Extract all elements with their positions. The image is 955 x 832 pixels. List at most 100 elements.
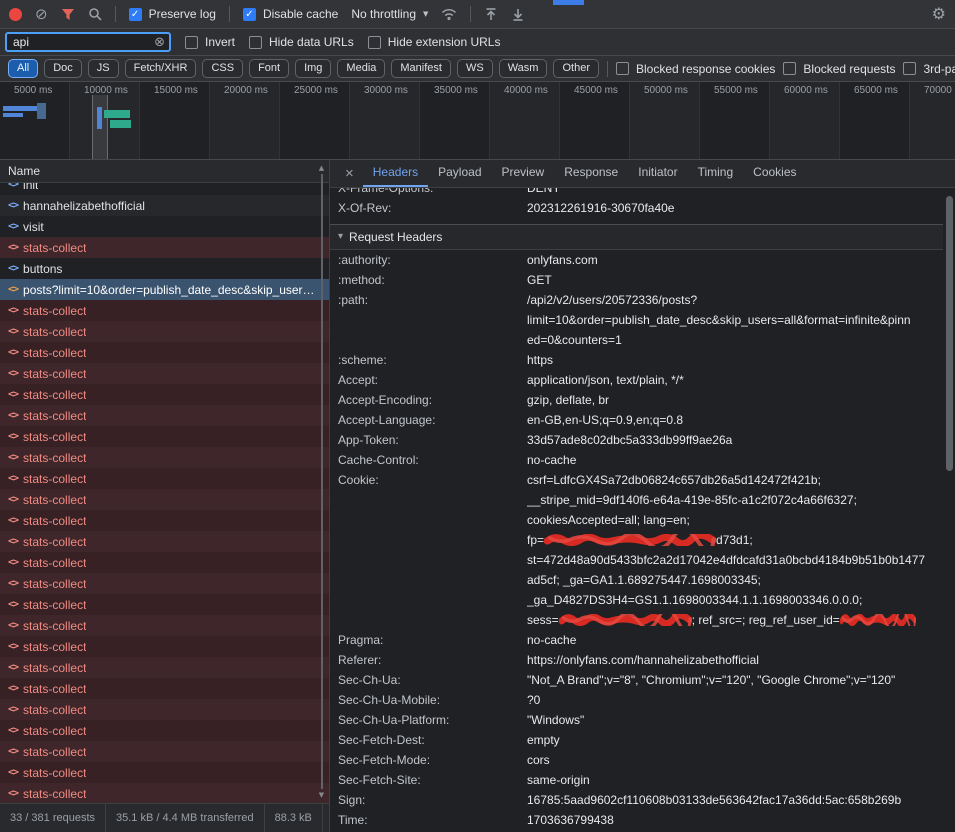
type-filter-pill[interactable]: WS [457, 59, 493, 78]
hide-extension-urls-checkbox[interactable]: Hide extension URLs [368, 35, 501, 49]
request-row[interactable]: <> stats-collect [0, 363, 329, 384]
detail-tab[interactable]: Cookies [743, 160, 806, 187]
scrollbar-thumb[interactable] [321, 174, 323, 789]
export-har-icon[interactable] [511, 7, 525, 22]
cookie-line: _ga_D4827DS3H4=GS1.1.1698003344.1.1.1698… [527, 590, 943, 610]
filter-input[interactable]: api ⊗ [5, 32, 171, 52]
request-row[interactable]: <> stats-collect [0, 699, 329, 720]
checkbox-unchecked[interactable] [616, 62, 629, 75]
detail-tab[interactable]: Preview [492, 160, 555, 187]
request-name: posts?limit=10&order=publish_date_desc&s… [23, 283, 315, 297]
filter-icon[interactable] [61, 8, 75, 21]
network-toolbar: ⊘ ✓ Preserve log ✓ Disable cache No thro… [0, 0, 955, 29]
request-row[interactable]: <> stats-collect [0, 405, 329, 426]
request-type-icon: <> [8, 263, 18, 274]
record-button[interactable] [9, 8, 22, 21]
checkbox-checked-icon[interactable]: ✓ [243, 8, 256, 21]
preserve-log-label: Preserve log [149, 7, 216, 21]
request-row[interactable]: <> stats-collect [0, 678, 329, 699]
type-filter-pill[interactable]: Font [249, 59, 289, 78]
request-row[interactable]: <> stats-collect [0, 741, 329, 762]
request-row[interactable]: <> stats-collect [0, 720, 329, 741]
invert-checkbox[interactable]: Invert [185, 35, 235, 49]
request-list-scrollbar[interactable]: ▲ ▼ [316, 164, 327, 799]
network-conditions-icon[interactable] [441, 8, 457, 21]
type-filter-pill[interactable]: CSS [202, 59, 243, 78]
import-har-icon[interactable] [484, 7, 498, 22]
request-row[interactable]: <> stats-collect [0, 762, 329, 783]
header-name: Time: [330, 810, 527, 830]
detail-tab[interactable]: Payload [428, 160, 491, 187]
detail-tab[interactable]: Timing [688, 160, 744, 187]
checkbox-unchecked[interactable] [783, 62, 796, 75]
header-name: X-Of-Rev: [330, 198, 527, 218]
cookie-line: ad5cf; _ga=GA1.1.689275447.1698003345; [527, 570, 943, 590]
request-row[interactable]: <> hannahelizabethofficial [0, 195, 329, 216]
request-type-icon: <> [8, 326, 18, 337]
request-row[interactable]: <> stats-collect [0, 615, 329, 636]
request-row[interactable]: <> stats-collect [0, 342, 329, 363]
request-row[interactable]: <> init [0, 183, 329, 195]
disable-cache-checkbox[interactable]: ✓ Disable cache [243, 7, 338, 21]
scrollbar-thumb[interactable] [946, 196, 953, 471]
request-row[interactable]: <> stats-collect [0, 552, 329, 573]
type-filter-pill[interactable]: Img [295, 59, 331, 78]
request-row[interactable]: <> stats-collect [0, 300, 329, 321]
header-row: Sec-Ch-Ua: "Not_A Brand";v="8", "Chromiu… [330, 670, 943, 690]
request-row[interactable]: <> stats-collect [0, 426, 329, 447]
type-filter-pill[interactable]: Other [553, 59, 599, 78]
checkbox-checked-icon[interactable]: ✓ [129, 8, 142, 21]
detail-tab[interactable]: Initiator [628, 160, 687, 187]
request-row[interactable]: <> stats-collect [0, 636, 329, 657]
throttling-dropdown[interactable]: No throttling ▼ [351, 7, 428, 21]
request-row[interactable]: <> stats-collect [0, 489, 329, 510]
type-filter-pill[interactable]: JS [88, 59, 119, 78]
type-filter-pill[interactable]: Doc [44, 59, 82, 78]
detail-tab[interactable]: Headers [363, 160, 428, 187]
type-filter-pill[interactable]: All [8, 59, 38, 78]
blocked-response-cookies-checkbox[interactable]: Blocked response cookies [616, 62, 775, 76]
request-row[interactable]: <> visit [0, 216, 329, 237]
header-row: Sec-Ch-Ua-Platform: "Windows" [330, 710, 943, 730]
header-name: Cache-Control: [330, 450, 527, 470]
name-column-header[interactable]: Name [0, 160, 329, 183]
request-row[interactable]: <> stats-collect [0, 783, 329, 803]
type-filter-pill[interactable]: Manifest [391, 59, 451, 78]
type-filter-pill[interactable]: Fetch/XHR [125, 59, 197, 78]
request-row[interactable]: <> stats-collect [0, 657, 329, 678]
checkbox-unchecked[interactable] [249, 36, 262, 49]
request-row[interactable]: <> stats-collect [0, 573, 329, 594]
hide-data-urls-checkbox[interactable]: Hide data URLs [249, 35, 354, 49]
request-row[interactable]: <> stats-collect [0, 531, 329, 552]
scroll-down-icon[interactable]: ▼ [319, 791, 324, 799]
request-row[interactable]: <> buttons [0, 258, 329, 279]
checkbox-unchecked[interactable] [368, 36, 381, 49]
clear-icon[interactable]: ⊘ [35, 7, 48, 22]
request-row[interactable]: <> stats-collect [0, 321, 329, 342]
checkbox-unchecked[interactable] [185, 36, 198, 49]
request-row[interactable]: <> stats-collect [0, 384, 329, 405]
request-type-icon: <> [8, 368, 18, 379]
request-row[interactable]: <> stats-collect [0, 468, 329, 489]
scroll-up-icon[interactable]: ▲ [319, 164, 324, 172]
third-party-requests-checkbox[interactable]: 3rd-party requests [903, 62, 955, 76]
timeline-overview[interactable]: 5000 ms10000 ms15000 ms20000 ms25000 ms3… [0, 82, 955, 160]
checkbox-unchecked[interactable] [903, 62, 916, 75]
request-row[interactable]: <> stats-collect [0, 237, 329, 258]
detail-scrollbar[interactable] [944, 188, 955, 832]
clear-input-icon[interactable]: ⊗ [154, 36, 165, 49]
search-icon[interactable] [88, 7, 102, 21]
request-row[interactable]: <> stats-collect [0, 510, 329, 531]
detail-tab[interactable]: Response [554, 160, 628, 187]
request-row[interactable]: <> stats-collect [0, 447, 329, 468]
request-row[interactable]: <> stats-collect [0, 594, 329, 615]
request-row[interactable]: <> posts?limit=10&order=publish_date_des… [0, 279, 329, 300]
close-icon[interactable]: × [336, 160, 363, 187]
type-filter-pill[interactable]: Media [337, 59, 385, 78]
request-headers-section[interactable]: ▾ Request Headers [330, 225, 943, 250]
settings-gear-icon[interactable]: ⚙ [932, 6, 946, 22]
type-filter-pill[interactable]: Wasm [499, 59, 548, 78]
preserve-log-checkbox[interactable]: ✓ Preserve log [129, 7, 216, 21]
blocked-requests-checkbox[interactable]: Blocked requests [783, 62, 895, 76]
header-value: https [527, 350, 943, 370]
